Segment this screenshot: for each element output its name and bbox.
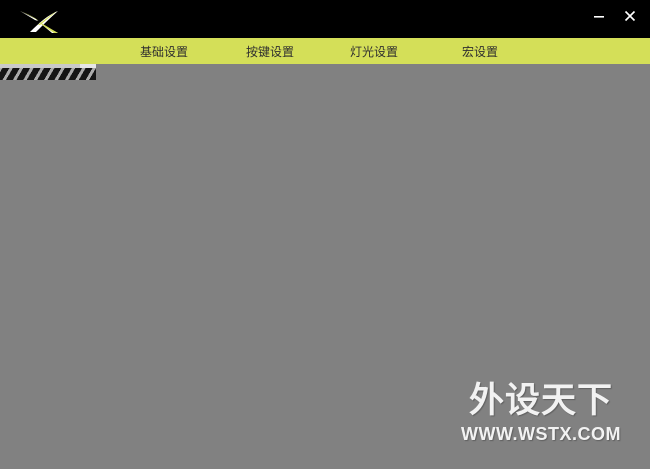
minimize-button[interactable] <box>587 6 611 26</box>
tab-basic-settings[interactable]: 基础设置 <box>140 38 188 64</box>
settings-nav: 基础设置 按键设置 灯光设置 宏设置 <box>0 38 650 64</box>
profile-selector[interactable] <box>0 64 96 80</box>
selector-stripes <box>0 68 96 80</box>
watermark: 外设天下 WWW.WSTX.COM <box>450 381 632 451</box>
watermark-url: WWW.WSTX.COM <box>461 424 621 444</box>
watermark-title: 外设天下 <box>468 381 613 421</box>
close-button[interactable] <box>618 6 642 26</box>
title-bar <box>0 0 650 38</box>
tab-macro-settings[interactable]: 宏设置 <box>462 38 498 64</box>
tab-light-settings[interactable]: 灯光设置 <box>350 38 398 64</box>
x-logo-icon <box>18 6 60 36</box>
tab-key-settings[interactable]: 按键设置 <box>246 38 294 64</box>
minimize-icon <box>593 7 605 26</box>
close-icon <box>624 7 636 26</box>
